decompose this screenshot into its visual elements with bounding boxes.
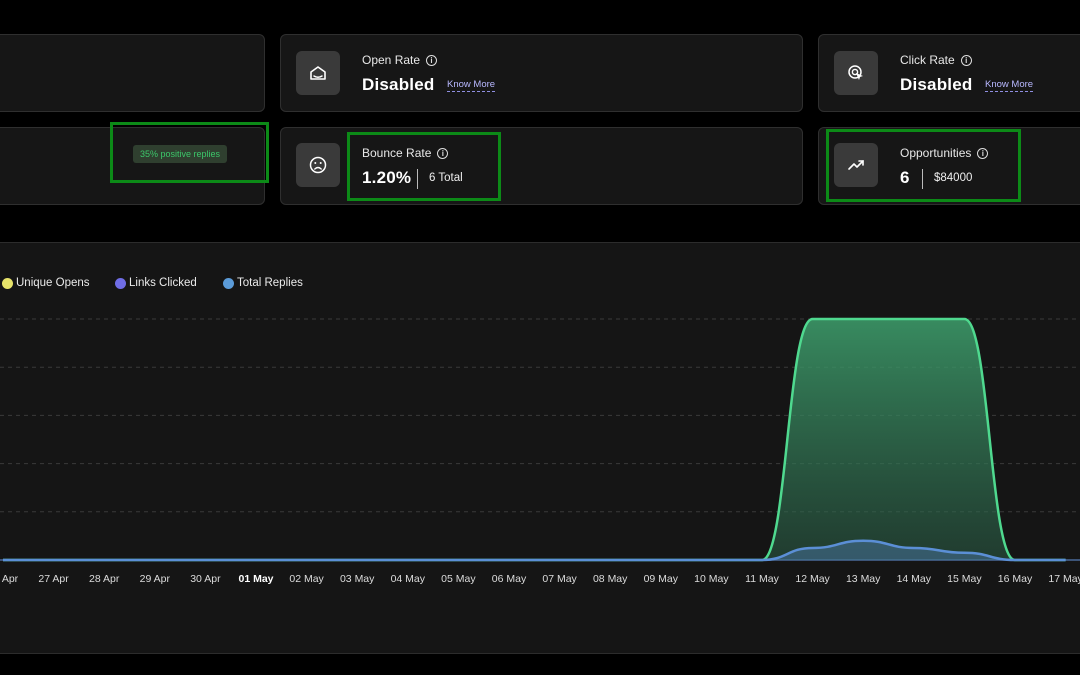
open-rate-label: Open Rate i [362, 53, 438, 67]
info-icon[interactable]: i [426, 54, 438, 66]
x-tick-label: 05 May [441, 573, 476, 585]
x-tick-label: 03 May [339, 573, 375, 585]
x-tick-label: 06 May [491, 573, 527, 585]
legend-label: Total Replies [237, 277, 303, 289]
x-tick-label: 15 May [947, 573, 982, 585]
x-tick-label: 30 Apr [190, 573, 221, 585]
legend-links-clicked[interactable]: Links Clicked [115, 277, 197, 289]
highlight-box-bounce [347, 132, 501, 201]
info-icon[interactable]: i [960, 54, 972, 66]
envelope-open-icon [296, 51, 340, 95]
click-rate-card: Click Rate i Disabled Know More [818, 34, 1080, 112]
legend-label: Links Clicked [129, 277, 197, 289]
x-tick-label: 14 May [896, 573, 932, 585]
x-tick-label: 09 May [643, 573, 679, 585]
x-tick-label: 07 May [542, 573, 577, 585]
open-rate-card: Open Rate i Disabled Know More [280, 34, 803, 112]
x-tick-label: 02 May [289, 573, 324, 585]
x-tick-label: 13 May [845, 573, 881, 585]
x-tick-label: 29 Apr [139, 573, 170, 585]
x-tick-label: 28 Apr [89, 573, 120, 585]
stat-card-left-top [0, 34, 265, 112]
x-tick-label: 11 May [745, 573, 779, 585]
x-tick-label: 01 May [238, 573, 274, 585]
x-tick-label: 27 Apr [38, 573, 69, 585]
analytics-chart-panel [0, 242, 1080, 654]
open-rate-value: Disabled [362, 75, 435, 94]
x-tick-label: 16 May [997, 573, 1033, 585]
legend-swatch-purple [115, 277, 126, 289]
legend-label: Unique Opens [16, 277, 90, 289]
x-tick-label: 12 May [795, 573, 830, 585]
x-tick-label: 10 May [694, 573, 729, 585]
legend-swatch-yellow [2, 277, 13, 289]
cursor-click-icon [834, 51, 878, 95]
legend-swatch-blue [223, 277, 234, 289]
click-rate-know-more-link[interactable]: Know More [985, 79, 1034, 92]
open-rate-know-more-link[interactable]: Know More [447, 79, 496, 92]
legend-unique-opens[interactable]: Unique Opens [2, 277, 90, 289]
x-tick-label: 17 May [1048, 573, 1080, 585]
click-rate-label: Click Rate i [900, 53, 972, 67]
highlight-box-replies [110, 122, 269, 183]
x-tick-label: 08 May [592, 573, 628, 585]
x-tick-label: 04 May [390, 573, 426, 585]
x-tick-label: Apr [1, 573, 19, 585]
legend-total-replies[interactable]: Total Replies [223, 277, 303, 289]
highlight-box-opportunities [826, 129, 1021, 202]
sad-face-icon [296, 143, 340, 187]
click-rate-value: Disabled [900, 75, 973, 94]
